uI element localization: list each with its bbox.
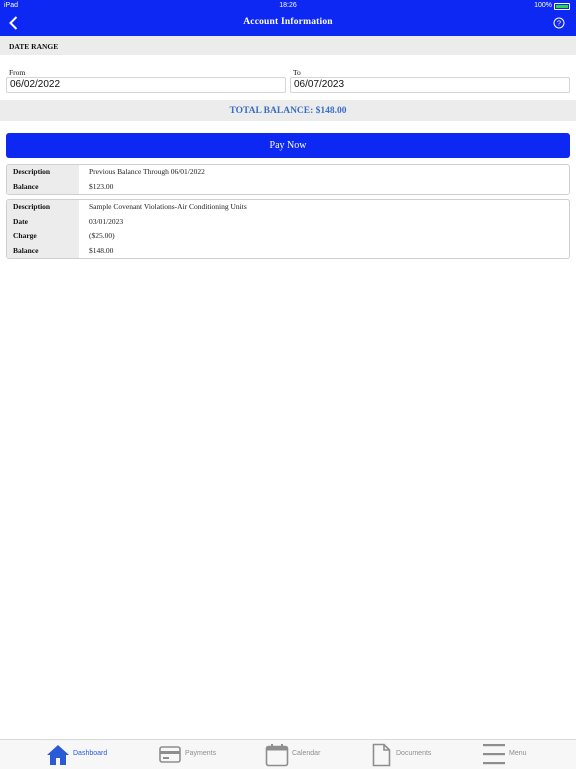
row-value: Sample Covenant Violations-Air Condition… bbox=[89, 202, 247, 211]
to-date-field[interactable]: 06/07/2023 bbox=[290, 77, 570, 93]
tab-label: Payments bbox=[185, 750, 217, 757]
total-balance: TOTAL BALANCE: $148.00 bbox=[229, 106, 347, 116]
tab-calendar[interactable]: Calendar bbox=[265, 740, 345, 769]
row-label: Date bbox=[7, 214, 79, 229]
tab-label: Dashboard bbox=[73, 750, 108, 757]
from-label: From bbox=[9, 68, 26, 77]
from-date-field[interactable]: 06/02/2022 bbox=[6, 77, 286, 93]
svg-text:?: ? bbox=[557, 19, 561, 28]
row-label: Balance bbox=[7, 243, 79, 258]
row-label: Charge bbox=[7, 229, 79, 244]
row-value: 03/01/2023 bbox=[89, 216, 124, 226]
transaction-row: Balance $148.00 bbox=[7, 243, 569, 258]
row-label: Description bbox=[7, 165, 79, 180]
transaction-row: Charge ($25.00) bbox=[7, 229, 569, 244]
status-time: 18:26 bbox=[279, 2, 297, 9]
date-range-header: DATE RANGE bbox=[0, 36, 576, 55]
home-icon bbox=[47, 745, 69, 765]
transaction-card: Description Sample Covenant Violations-A… bbox=[6, 199, 570, 259]
menu-icon bbox=[483, 744, 505, 765]
transaction-row: Description Previous Balance Through 06/… bbox=[7, 165, 569, 180]
document-icon bbox=[372, 743, 391, 767]
row-value: Previous Balance Through 06/01/2022 bbox=[89, 167, 205, 176]
row-value: $148.00 bbox=[89, 245, 114, 255]
pay-now-button[interactable]: Pay Now bbox=[6, 133, 570, 158]
battery-percent: 100% bbox=[534, 2, 552, 9]
date-range-label: DATE RANGE bbox=[9, 42, 59, 51]
page-title: Account Information bbox=[243, 17, 333, 27]
transaction-row: Date 03/01/2023 bbox=[7, 214, 569, 229]
calendar-icon bbox=[265, 744, 289, 767]
help-icon[interactable]: ? bbox=[553, 17, 565, 29]
battery-icon bbox=[554, 3, 570, 10]
tab-label: Documents bbox=[396, 750, 432, 757]
tab-bar: Dashboard Payments Calendar Documents Me… bbox=[0, 739, 576, 769]
tab-documents[interactable]: Documents bbox=[372, 740, 452, 769]
credit-card-icon bbox=[159, 746, 181, 763]
transaction-row: Description Sample Covenant Violations-A… bbox=[7, 200, 569, 215]
transaction-card: Description Previous Balance Through 06/… bbox=[6, 164, 570, 195]
row-value: ($25.00) bbox=[89, 231, 115, 240]
tab-menu[interactable]: Menu bbox=[482, 740, 562, 769]
tab-label: Menu bbox=[509, 750, 527, 757]
row-label: Description bbox=[7, 200, 79, 215]
tab-payments[interactable]: Payments bbox=[159, 740, 239, 769]
transaction-row: Balance $123.00 bbox=[7, 179, 569, 194]
total-balance-bar: TOTAL BALANCE: $148.00 bbox=[0, 100, 576, 121]
tab-dashboard[interactable]: Dashboard bbox=[46, 740, 126, 769]
navigation-bar: iPad 18:26 100% Account Information ? bbox=[0, 0, 576, 36]
row-label: Balance bbox=[7, 179, 79, 194]
row-value: $123.00 bbox=[89, 181, 114, 191]
to-label: To bbox=[293, 68, 301, 77]
tab-label: Calendar bbox=[292, 750, 321, 757]
